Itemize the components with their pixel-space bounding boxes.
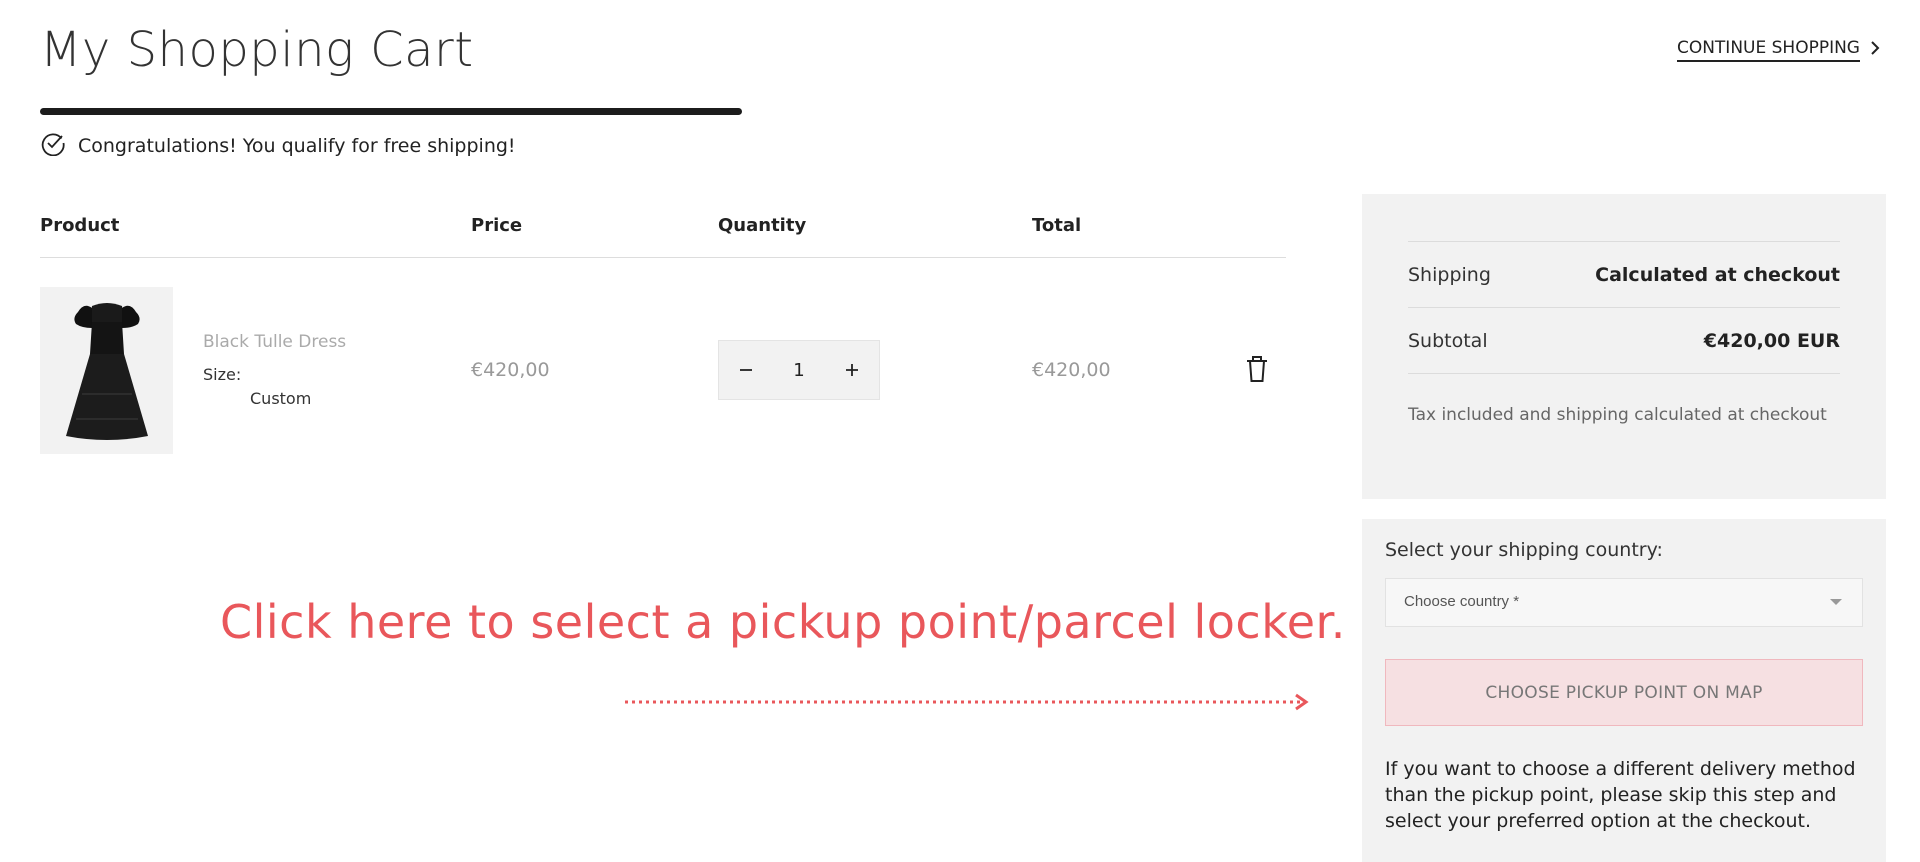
tax-note: Tax included and shipping calculated at … [1408,373,1840,428]
quantity-value[interactable]: 1 [793,360,804,381]
order-summary-panel: Shipping Calculated at checkout Subtotal… [1362,194,1886,499]
increase-quantity-button[interactable] [825,341,879,399]
free-shipping-message: Congratulations! You qualify for free sh… [78,134,516,157]
subtotal-value: €420,00 EUR [1703,329,1840,352]
continue-shopping-label: CONTINUE SHOPPING [1676,38,1860,62]
country-select[interactable]: Choose country * [1385,578,1863,627]
check-circle-icon [40,130,66,161]
minus-icon [738,356,754,384]
pickup-hint-text: Click here to select a pickup point/parc… [220,595,1346,649]
product-thumbnail[interactable] [40,287,173,454]
cart-item-row: Black Tulle Dress Size: Custom €420,00 1… [40,287,1286,457]
choose-pickup-point-button[interactable]: CHOOSE PICKUP POINT ON MAP [1385,659,1863,726]
remove-item-button[interactable] [1245,355,1269,387]
plus-icon [844,356,860,384]
shipping-value: Calculated at checkout [1595,263,1840,286]
decrease-quantity-button[interactable] [719,341,773,399]
column-header-total: Total [1032,215,1082,236]
free-shipping-banner: Congratulations! You qualify for free sh… [40,130,516,161]
column-header-product: Product [40,215,120,236]
product-name-link[interactable]: Black Tulle Dress [203,332,346,352]
dropdown-caret-icon [1830,599,1842,605]
column-header-quantity: Quantity [718,215,807,236]
trash-icon [1245,356,1269,387]
alternative-delivery-note: If you want to choose a different delive… [1385,758,1856,832]
shipping-summary-line: Shipping Calculated at checkout [1408,241,1840,307]
shipping-country-label: Select your shipping country: [1385,539,1663,561]
line-total: €420,00 [1032,359,1111,381]
dotted-arrow-right-icon [622,692,1312,716]
quantity-stepper: 1 [718,340,880,400]
free-shipping-progress-bar [40,108,742,115]
country-select-placeholder: Choose country * [1404,593,1520,610]
subtotal-summary-line: Subtotal €420,00 EUR [1408,307,1840,373]
product-price: €420,00 [471,359,550,381]
dress-icon [52,294,162,448]
shipping-selector-panel: Select your shipping country: Choose cou… [1362,519,1886,862]
subtotal-label: Subtotal [1408,329,1488,352]
product-size-label: Size: [203,365,242,384]
continue-shopping-link[interactable]: CONTINUE SHOPPING [1676,38,1880,62]
cart-table-header: Product Price Quantity Total [40,215,1286,258]
page-title: My Shopping Cart [40,22,474,78]
column-header-price: Price [471,215,523,236]
chevron-right-icon [1870,40,1880,60]
shipping-label: Shipping [1408,263,1491,286]
product-size-value: Custom [250,389,312,408]
